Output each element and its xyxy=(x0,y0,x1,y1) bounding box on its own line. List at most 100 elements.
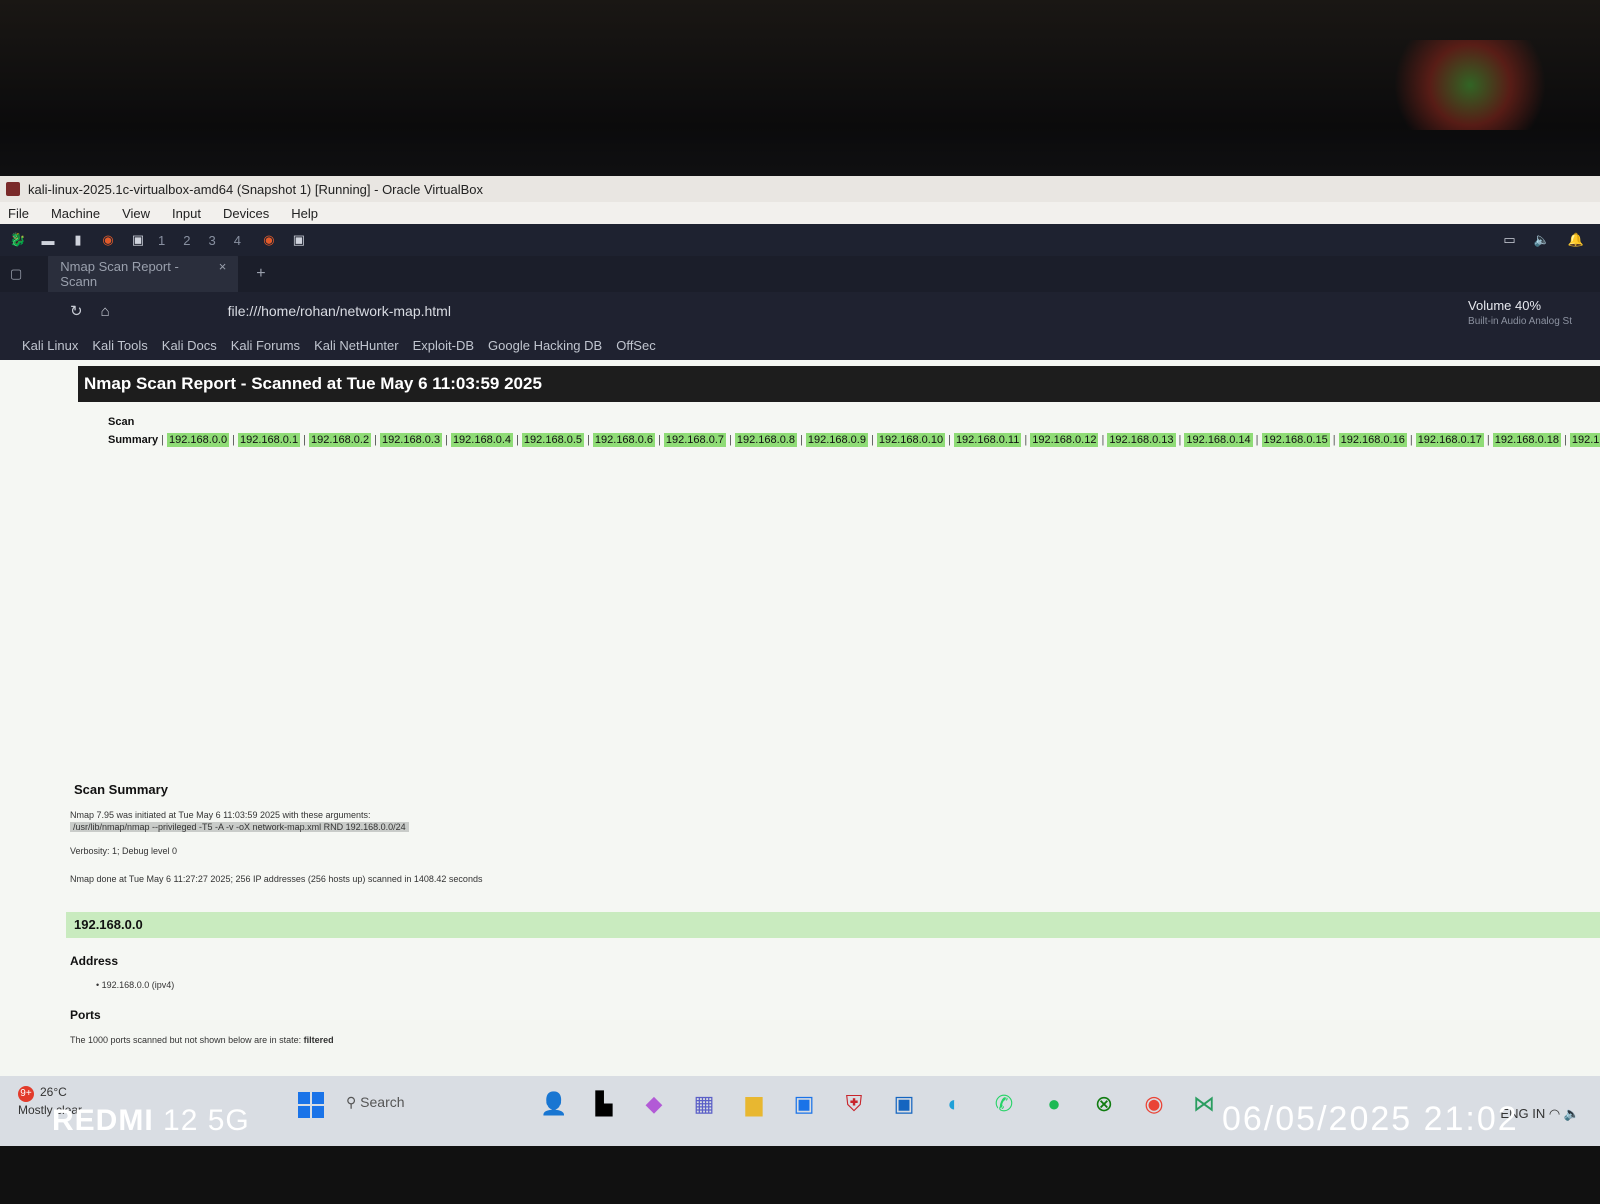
host-ip-link[interactable]: 192.168.0.0 xyxy=(167,432,230,447)
photo-bottom xyxy=(0,1146,1600,1204)
volume-icon[interactable]: 🔈 xyxy=(1564,1106,1580,1121)
report-page: Nmap Scan Report - Scanned at Tue May 6 … xyxy=(0,360,1600,1022)
firefox-icon[interactable]: ◉ xyxy=(98,231,118,249)
display-icon[interactable]: ▭ xyxy=(1503,232,1515,248)
host-ip-link[interactable]: 192.168.0.16 xyxy=(1338,432,1407,447)
taskbar-search[interactable]: ⚲ Search xyxy=(346,1094,405,1111)
arguments-line: /usr/lib/nmap/nmap --privileged -T5 -A -… xyxy=(70,822,409,832)
terminal-task-icon[interactable]: ▣ xyxy=(289,231,309,249)
browser-tabbar: ▢ Nmap Scan Report - Scann × + xyxy=(0,253,1600,295)
edge-icon[interactable]: ◐ xyxy=(940,1090,968,1118)
ip-separator: | xyxy=(800,433,803,446)
menu-view[interactable]: View xyxy=(122,206,150,221)
host-ip-link[interactable]: 192.168.0.17 xyxy=(1415,432,1484,447)
ip-separator: | xyxy=(303,433,306,446)
ip-separator: | xyxy=(1024,433,1028,446)
host-ip-link[interactable]: 192.168.0.5 xyxy=(521,432,585,447)
store-icon[interactable]: ▣ xyxy=(790,1090,818,1118)
window-title: kali-linux-2025.1c-virtualbox-amd64 (Sna… xyxy=(28,181,483,197)
scan-summary-heading: Scan Summary xyxy=(74,782,168,797)
bookmark-google-hacking-db[interactable]: Google Hacking DB xyxy=(488,338,602,353)
terminal-icon[interactable]: ▣ xyxy=(128,231,148,249)
file-icon[interactable]: ▮ xyxy=(68,231,88,249)
menu-file[interactable]: File xyxy=(8,206,29,221)
host-ip-link[interactable]: 192.168.0.11 xyxy=(953,432,1022,447)
ip-separator: | xyxy=(870,433,874,446)
host-ip-link[interactable]: 192.168.0.19 xyxy=(1569,432,1600,447)
address-heading: Address xyxy=(70,954,119,968)
verbosity-text: Verbosity: 1; Debug level 0 xyxy=(70,846,178,856)
windows-start-icon[interactable] xyxy=(298,1092,324,1118)
ports-state: filtered xyxy=(303,1035,334,1045)
bookmark-kali-nethunter[interactable]: Kali NetHunter xyxy=(314,338,399,353)
host-ip-link[interactable]: 192.168.0.2 xyxy=(308,432,372,447)
tab-label: Nmap Scan Report - Scann xyxy=(60,259,179,289)
folder-icon[interactable]: ▬ xyxy=(38,231,58,249)
copilot-icon[interactable]: 👤 xyxy=(540,1090,568,1118)
host-ip-link[interactable]: 192.168.0.1 xyxy=(237,432,301,447)
chrome-icon[interactable]: ◉ xyxy=(1140,1090,1168,1118)
bell-icon[interactable]: 🔔 xyxy=(1568,232,1584,248)
tab-nmap-report[interactable]: Nmap Scan Report - Scann × xyxy=(48,253,239,295)
host-ip-link[interactable]: 192.168.0.12 xyxy=(1030,432,1099,447)
workspace-1[interactable]: 1 xyxy=(158,233,165,248)
host-ip-link[interactable]: 192.168.0.14 xyxy=(1184,432,1253,447)
reload-icon[interactable]: ↻ xyxy=(70,302,83,320)
bookmark-kali-forums[interactable]: Kali Forums xyxy=(231,338,300,353)
host-ip-link[interactable]: 192.168.0.10 xyxy=(876,432,946,447)
host-ip-link[interactable]: 192.168.0.15 xyxy=(1261,432,1330,447)
host-ip-link[interactable]: 192.168.0.3 xyxy=(379,432,443,447)
home-icon[interactable]: ⌂ xyxy=(101,303,110,320)
menu-machine[interactable]: Machine xyxy=(51,206,100,221)
volume-device: Built-in Audio Analog St xyxy=(1468,316,1572,327)
file-explorer-icon[interactable]: ▙ xyxy=(590,1090,618,1118)
widgets-icon[interactable]: ◆ xyxy=(640,1090,668,1118)
bookmark-kali-tools[interactable]: Kali Tools xyxy=(92,338,147,353)
virtualbox-titlebar: kali-linux-2025.1c-virtualbox-amd64 (Sna… xyxy=(0,176,1600,202)
photo-datestamp: 06/05/2025 21:02 xyxy=(1222,1100,1519,1138)
workspace-3[interactable]: 3 xyxy=(208,233,215,248)
volume-title: Volume 40% xyxy=(1468,298,1542,313)
virtualbox-task-icon[interactable]: ▣ xyxy=(890,1090,918,1118)
scan-summary-link[interactable]: Scan Summary xyxy=(108,416,158,446)
menu-input[interactable]: Input xyxy=(172,206,201,221)
url-bar[interactable]: file:///home/rohan/network-map.html xyxy=(228,303,451,319)
host-ip-link[interactable]: 192.168.0.18 xyxy=(1492,432,1562,447)
speaker-icon[interactable]: 🔈 xyxy=(1534,232,1550,248)
menu-devices[interactable]: Devices xyxy=(223,206,269,221)
antivirus-icon[interactable]: ⛨ xyxy=(840,1090,868,1118)
teams-icon[interactable]: ▦ xyxy=(690,1090,718,1118)
bookmark-kali-linux[interactable]: Kali Linux xyxy=(22,338,78,353)
tab-close-icon[interactable]: × xyxy=(219,259,227,289)
host-ip-link[interactable]: 192.168.0.4 xyxy=(450,432,514,447)
host-ip-link[interactable]: 192.168.0.6 xyxy=(592,432,656,447)
menu-help[interactable]: Help xyxy=(291,206,318,221)
watermark-brand: REDMI xyxy=(52,1104,154,1137)
ip-separator: | xyxy=(232,433,235,446)
folder-icon[interactable]: ▆ xyxy=(740,1090,768,1118)
host-ip-link[interactable]: 192.168.0.8 xyxy=(734,432,797,447)
spotify-icon[interactable]: ● xyxy=(1040,1090,1068,1118)
whatsapp-icon[interactable]: ✆ xyxy=(990,1090,1018,1118)
bookmark-kali-docs[interactable]: Kali Docs xyxy=(162,338,217,353)
host-ip-link[interactable]: 192.168.0.13 xyxy=(1107,432,1176,447)
watermark-model: 12 5G xyxy=(163,1104,250,1137)
host-ip-link[interactable]: 192.168.0.9 xyxy=(805,432,868,447)
ip-separator: | xyxy=(516,433,519,446)
ip-link-list: 192.168.0.0 | 192.168.0.1 | 192.168.0.2 | 192.… xyxy=(167,432,1600,447)
kali-menu-icon[interactable]: 🐉 xyxy=(8,231,28,249)
volume-notification: Volume 40% Built-in Audio Analog St xyxy=(1468,298,1572,330)
tab-list-icon[interactable]: ▢ xyxy=(10,266,22,282)
firefox-task-icon[interactable]: ◉ xyxy=(259,231,279,249)
vscode-icon[interactable]: ⋈ xyxy=(1190,1090,1218,1118)
xbox-icon[interactable]: ⊗ xyxy=(1090,1090,1118,1118)
wifi-icon[interactable]: ◠ xyxy=(1549,1106,1560,1121)
new-tab-button[interactable]: + xyxy=(256,265,265,283)
host-ip-link[interactable]: 192.168.0.7 xyxy=(663,432,727,447)
address-value: 192.168.0.0 (ipv4) xyxy=(101,980,175,990)
workspace-4[interactable]: 4 xyxy=(234,233,241,248)
bookmark-offsec[interactable]: OffSec xyxy=(616,338,656,353)
workspace-2[interactable]: 2 xyxy=(183,233,190,248)
bookmark-exploit-db[interactable]: Exploit-DB xyxy=(413,338,474,353)
address-item: • 192.168.0.0 (ipv4) xyxy=(96,980,175,990)
